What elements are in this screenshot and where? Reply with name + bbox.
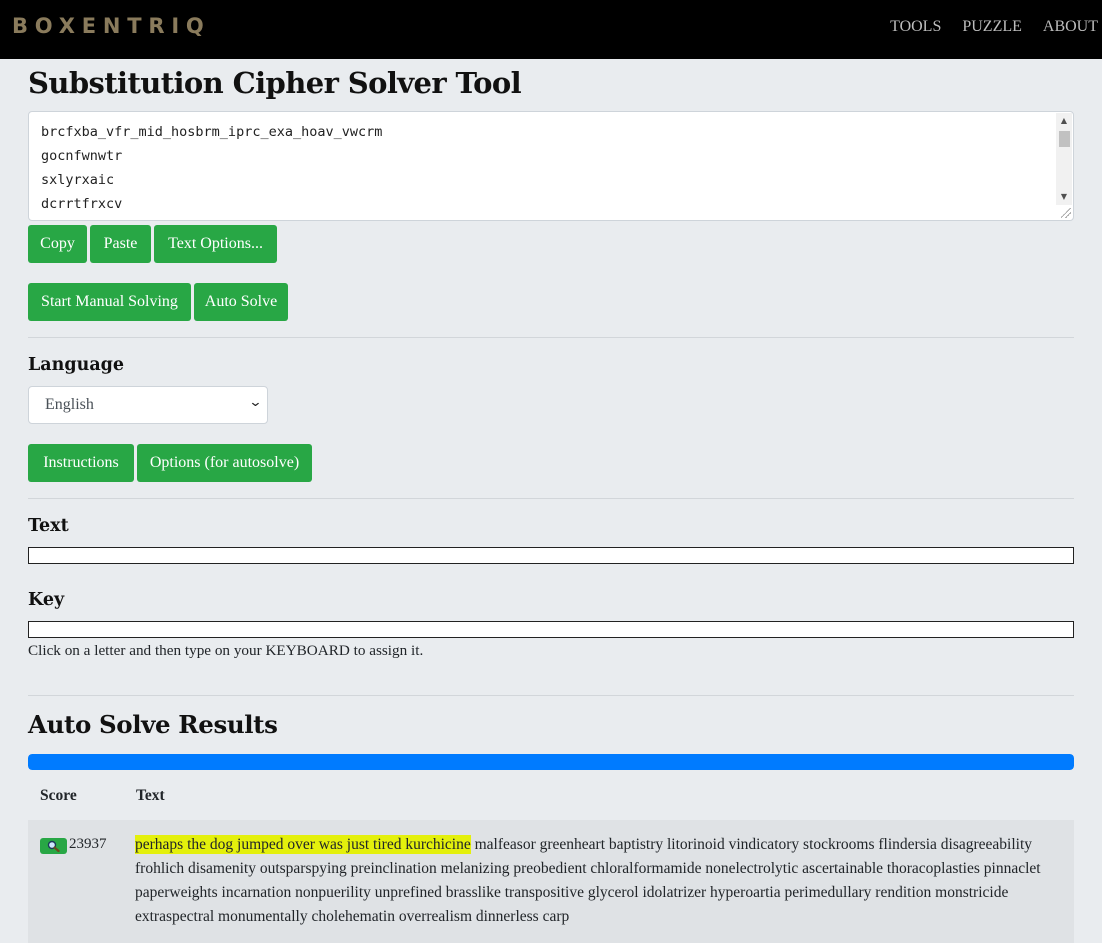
scroll-up-arrow-icon[interactable]: ▲: [1056, 113, 1072, 129]
result-plaintext: perhaps the dog jumped over was just tir…: [135, 833, 1045, 929]
paste-button[interactable]: Paste: [90, 225, 151, 263]
nav-link-puzzle[interactable]: PUZZLE: [962, 18, 1022, 36]
cipher-line: sxlyrxaic: [41, 172, 115, 188]
options-autosolve-button[interactable]: Options (for autosolve): [137, 444, 312, 482]
page-title: Substitution Cipher Solver Tool: [28, 66, 522, 100]
auto-solve-results-title: Auto Solve Results: [28, 710, 278, 739]
cipher-line: dcrrtfrxcv: [41, 196, 123, 212]
result-score: 23937: [69, 836, 107, 852]
text-section-label: Text: [28, 516, 69, 536]
cipher-line: gocnfwnwtr: [41, 148, 123, 164]
score-column-header: Score: [40, 787, 77, 804]
progress-fill: [28, 754, 1074, 770]
autosolve-progress-bar: [28, 754, 1074, 770]
magnifier-icon[interactable]: [40, 838, 67, 854]
magnifier-icon-graphic: [47, 840, 60, 852]
textarea-scrollbar[interactable]: ▲ ▼: [1056, 113, 1072, 205]
copy-button[interactable]: Copy: [28, 225, 87, 263]
cipher-text-lines: brcfxba_vfr_mid_hosbrm_iprc_exa_hoav_vwc…: [41, 120, 382, 216]
scroll-thumb[interactable]: [1059, 131, 1070, 147]
key-display-box[interactable]: [28, 621, 1074, 638]
nav-links: TOOLS PUZZLE ABOUT: [869, 18, 1098, 36]
cipher-textarea[interactable]: brcfxba_vfr_mid_hosbrm_iprc_exa_hoav_vwc…: [28, 111, 1074, 221]
key-helper-text: Click on a letter and then type on your …: [28, 642, 424, 659]
highlighted-phrase: perhaps the dog jumped over was just tir…: [135, 835, 471, 854]
language-label: Language: [28, 355, 125, 375]
brand-logo[interactable]: BOXENTRIQ: [12, 14, 211, 38]
language-select[interactable]: English ⌄: [28, 386, 268, 424]
start-manual-solving-button[interactable]: Start Manual Solving: [28, 283, 191, 321]
nav-link-about[interactable]: ABOUT: [1043, 18, 1098, 36]
top-navbar: BOXENTRIQ TOOLS PUZZLE ABOUT: [0, 0, 1102, 59]
cipher-line: brcfxba_vfr_mid_hosbrm_iprc_exa_hoav_vwc…: [41, 124, 383, 140]
divider: [28, 695, 1074, 696]
results-table-header: Score Text: [28, 770, 1074, 820]
language-selected-value: English: [45, 396, 94, 413]
table-row: 23937 perhaps the dog jumped over was ju…: [28, 820, 1074, 943]
text-display-box[interactable]: [28, 547, 1074, 564]
text-column-header: Text: [136, 787, 165, 804]
text-options-button[interactable]: Text Options...: [154, 225, 277, 263]
key-section-label: Key: [28, 590, 65, 610]
auto-solve-button[interactable]: Auto Solve: [194, 283, 288, 321]
chevron-down-icon: ⌄: [248, 395, 263, 410]
scroll-down-arrow-icon[interactable]: ▼: [1056, 189, 1072, 205]
divider: [28, 337, 1074, 338]
divider: [28, 498, 1074, 499]
resize-grip-icon[interactable]: [1061, 208, 1071, 218]
instructions-button[interactable]: Instructions: [28, 444, 134, 482]
nav-link-tools[interactable]: TOOLS: [890, 18, 941, 36]
